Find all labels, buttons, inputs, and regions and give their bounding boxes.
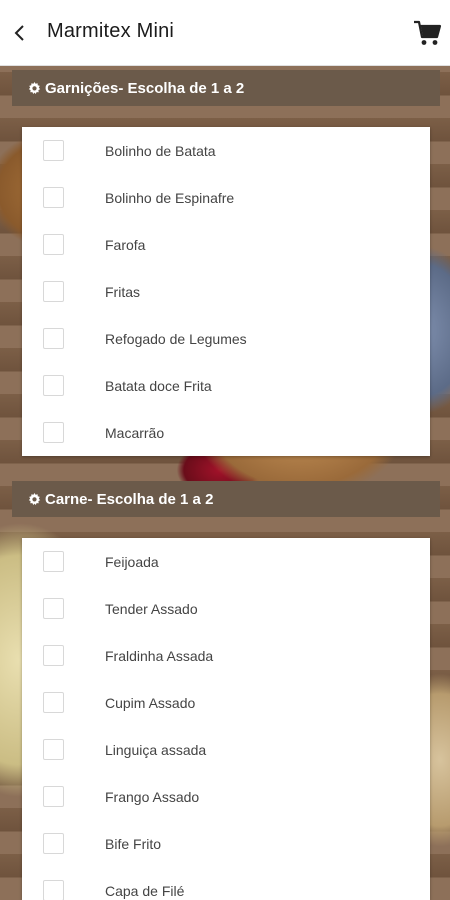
checkbox[interactable] [43,692,64,713]
item-label: Capa de Filé [105,882,185,899]
list-item[interactable]: Bolinho de Espinafre [22,174,430,221]
back-button[interactable] [6,19,34,47]
checkbox[interactable] [43,328,64,349]
list-item[interactable]: Fritas [22,268,430,315]
list-item[interactable]: Tender Assado [22,585,430,632]
list-item[interactable]: Cupim Assado [22,679,430,726]
list-item[interactable]: Frango Assado [22,773,430,820]
checkbox[interactable] [43,375,64,396]
item-label: Bolinho de Batata [105,142,216,159]
list-item[interactable]: Linguiça assada [22,726,430,773]
item-label: Feijoada [105,553,159,570]
options-list-garnicoes: Bolinho de Batata Bolinho de Espinafre F… [22,127,430,456]
section-header-garnicoes: Garnições- Escolha de 1 a 2 [12,70,440,106]
item-label: Macarrão [105,424,165,441]
list-item[interactable]: Fraldinha Assada [22,632,430,679]
list-item[interactable]: Capa de Filé [22,867,430,900]
app-bar: Marmitex Mini [0,0,450,66]
checkbox[interactable] [43,645,64,666]
cart-button[interactable] [412,18,442,48]
checkbox[interactable] [43,281,64,302]
options-list-carne: Feijoada Tender Assado Fraldinha Assada … [22,538,430,900]
item-label: Frango Assado [105,788,200,805]
item-label: Bolinho de Espinafre [105,189,235,206]
checkbox[interactable] [43,140,64,161]
item-label: Linguiça assada [105,741,207,758]
list-item[interactable]: Feijoada [22,538,430,585]
list-item[interactable]: Farofa [22,221,430,268]
section-title: Carne- Escolha de 1 a 2 [45,490,214,508]
checkbox[interactable] [43,234,64,255]
cart-icon [414,20,442,45]
item-label: Bife Frito [105,835,162,852]
checkbox[interactable] [43,551,64,572]
item-label: Tender Assado [105,600,198,617]
list-item[interactable]: Bife Frito [22,820,430,867]
checkbox[interactable] [43,422,64,443]
item-label: Refogado de Legumes [105,330,247,347]
list-item[interactable]: Refogado de Legumes [22,315,430,362]
section-title: Garnições- Escolha de 1 a 2 [45,79,245,97]
section-header-carne: Carne- Escolha de 1 a 2 [12,481,440,517]
item-label: Farofa [105,236,146,253]
item-label: Fritas [105,283,140,300]
checkbox[interactable] [43,187,64,208]
checkbox[interactable] [43,786,64,807]
checkbox[interactable] [43,739,64,760]
checkbox[interactable] [43,880,64,900]
list-item[interactable]: Macarrão [22,409,430,456]
item-label: Fraldinha Assada [105,647,214,664]
checkbox[interactable] [43,598,64,619]
item-label: Cupim Assado [105,694,196,711]
page-title: Marmitex Mini [47,20,175,42]
item-label: Batata doce Frita [105,377,212,394]
gear-icon [28,492,41,505]
chevron-left-icon [14,25,24,41]
list-item[interactable]: Batata doce Frita [22,362,430,409]
checkbox[interactable] [43,833,64,854]
list-item[interactable]: Bolinho de Batata [22,127,430,174]
gear-icon [28,81,41,94]
